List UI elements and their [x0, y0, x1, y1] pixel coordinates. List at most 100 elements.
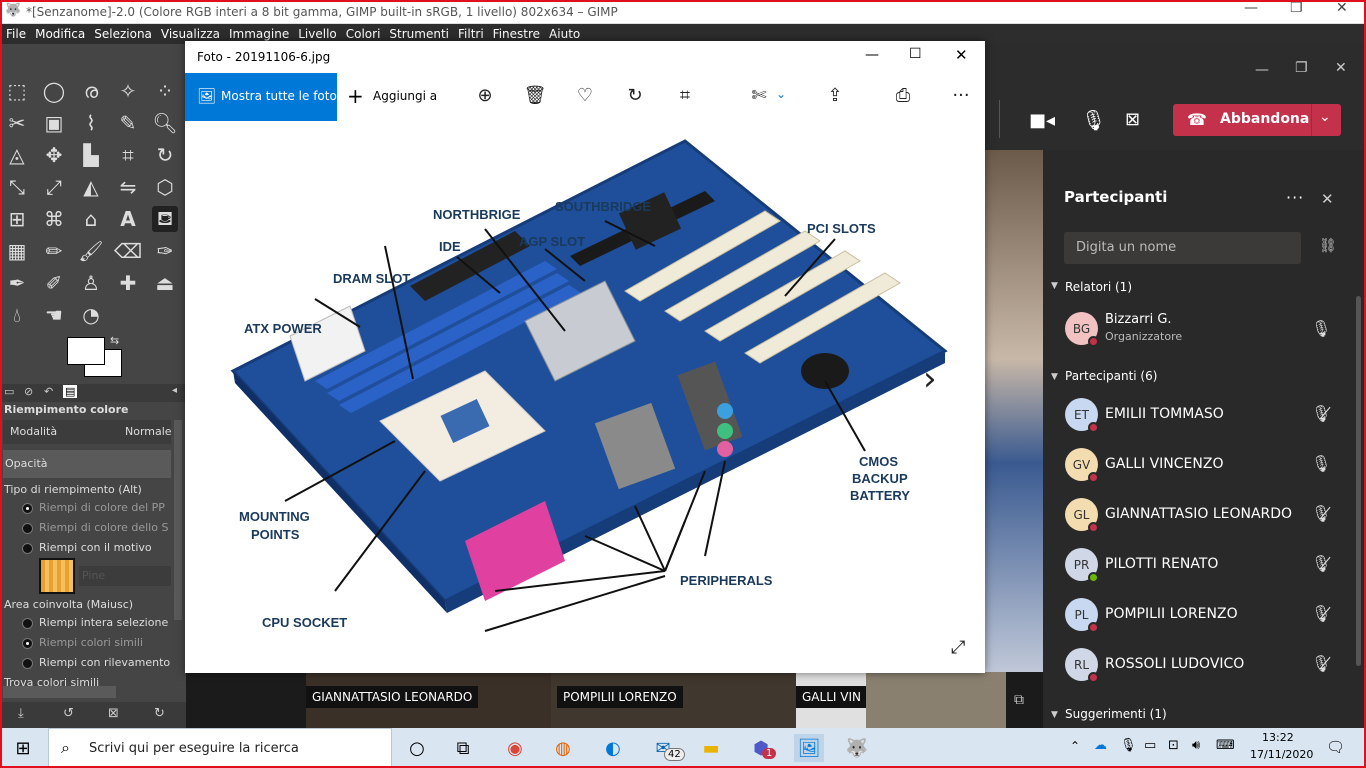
menu-aiuto[interactable]: Aiuto: [549, 27, 580, 41]
menu-immagine[interactable]: Immagine: [229, 27, 289, 41]
photos-maximize-icon[interactable]: ☐: [909, 46, 922, 62]
chrome-icon[interactable]: ◉: [500, 734, 530, 762]
camera-icon[interactable]: ■◂: [1029, 110, 1055, 131]
unified-transform-icon[interactable]: ⊞: [4, 206, 30, 232]
fill-pattern-radio[interactable]: [22, 543, 33, 554]
menu-strumenti[interactable]: Strumenti: [389, 27, 449, 41]
leave-button[interactable]: ☎ Abbandona ⌄: [1173, 104, 1341, 136]
align-icon[interactable]: ▙: [78, 142, 104, 168]
color-picker-icon[interactable]: ✎: [115, 110, 141, 136]
search-input[interactable]: Digita un nome: [1064, 232, 1301, 264]
menu-livello[interactable]: Livello: [298, 27, 337, 41]
photos-app-icon[interactable]: 🖼︎: [794, 734, 824, 762]
lasso-icon[interactable]: ര: [78, 78, 104, 104]
language-icon[interactable]: ⌨: [1216, 738, 1235, 753]
print-icon[interactable]: ⎙: [891, 85, 915, 106]
blur-icon[interactable]: 💧︎: [4, 302, 30, 328]
measure-icon[interactable]: ◬: [4, 142, 30, 168]
teams-minimize-icon[interactable]: —: [1255, 62, 1269, 78]
crop-icon[interactable]: ⌗: [673, 85, 697, 106]
handle-transform-icon[interactable]: ⌂: [78, 206, 104, 232]
images-tab-icon[interactable]: ▤: [63, 385, 78, 398]
undo-history-tab-icon[interactable]: ↶: [44, 385, 53, 398]
collapse-icon[interactable]: ▼: [1051, 710, 1058, 720]
close-icon[interactable]: ✕: [1336, 0, 1348, 16]
microphone-icon[interactable]: 🎙︎: [1081, 108, 1106, 132]
crop-tool-icon[interactable]: ⌗: [115, 142, 141, 168]
swap-colors-icon[interactable]: ⇆: [110, 334, 119, 347]
photos-close-icon[interactable]: ✕: [955, 46, 968, 64]
network-icon[interactable]: ⊡: [1168, 738, 1179, 753]
color-select-icon[interactable]: ⁘: [152, 78, 178, 104]
paths-icon[interactable]: ⌇: [78, 110, 104, 136]
taskbar-search[interactable]: ⌕ Scrivi qui per eseguire la ricerca: [48, 728, 392, 768]
teams-maximize-icon[interactable]: ❐: [1295, 60, 1308, 76]
fill-fg-radio[interactable]: [22, 503, 33, 514]
clock-date[interactable]: 17/11/2020: [1250, 748, 1313, 761]
zoom-icon[interactable]: ⊕: [473, 85, 497, 106]
clock-time[interactable]: 13:22: [1262, 731, 1294, 744]
dock-vscroll[interactable]: [174, 420, 182, 620]
share-screen-icon[interactable]: ⊠: [1125, 109, 1140, 130]
close-panel-icon[interactable]: ✕: [1321, 190, 1334, 208]
bucket-fill-icon[interactable]: ⛾: [152, 206, 178, 232]
collapse-icon[interactable]: ▼: [1051, 281, 1058, 291]
delete-icon[interactable]: 🗑︎: [523, 85, 547, 106]
firefox-icon[interactable]: ◍: [548, 734, 578, 762]
heart-icon[interactable]: ♡: [573, 85, 597, 106]
menu-visualizza[interactable]: Visualizza: [161, 27, 220, 41]
pattern-name-field[interactable]: Pine: [79, 566, 171, 586]
edit-icon[interactable]: ✄: [747, 85, 771, 106]
restore-options-icon[interactable]: ↺: [63, 706, 74, 721]
show-all-button[interactable]: 🖼︎ Mostra tutte le foto: [185, 73, 337, 121]
participant-row[interactable]: ET EMILII TOMMASO 🎙︎̸: [1043, 390, 1366, 440]
cage-icon[interactable]: ⬡: [152, 174, 178, 200]
dodge-icon[interactable]: ◔: [78, 302, 104, 328]
participant-row[interactable]: PR PILOTTI RENATO 🎙︎̸: [1043, 540, 1366, 590]
collapse-icon[interactable]: ▼: [1051, 372, 1058, 382]
ellipse-select-icon[interactable]: ◯: [41, 78, 67, 104]
rotate-tool-icon[interactable]: ↻: [152, 142, 178, 168]
tray-expand-icon[interactable]: ⌃: [1070, 739, 1080, 753]
flip-icon[interactable]: ⇋: [115, 174, 141, 200]
brush-icon[interactable]: 🖌︎: [78, 238, 104, 264]
participant-row[interactable]: RL ROSSOLI LUDOVICO 🎙︎̸: [1043, 640, 1366, 690]
area-similar-radio[interactable]: [22, 638, 33, 649]
photos-minimize-icon[interactable]: —: [865, 47, 879, 63]
task-view-icon[interactable]: ⧉: [448, 734, 478, 762]
reset-options-icon[interactable]: ↻: [154, 706, 165, 721]
participant-row[interactable]: GL GIANNATTASIO LEONARDO 🎙︎̸: [1043, 490, 1366, 540]
notifications-icon[interactable]: 🗨︎: [1326, 738, 1345, 756]
dock-menu-icon[interactable]: ◂: [172, 385, 177, 396]
dock-hscroll[interactable]: [3, 686, 116, 698]
onedrive-icon[interactable]: ☁: [1094, 738, 1107, 753]
foreground-color[interactable]: [67, 337, 105, 365]
foreground-select-icon[interactable]: ▣: [41, 110, 67, 136]
panel-scrollbar[interactable]: [1356, 296, 1361, 666]
start-icon[interactable]: ⊞: [8, 734, 38, 762]
shear-icon[interactable]: ⤢: [41, 174, 67, 200]
pattern-swatch[interactable]: [39, 558, 75, 594]
cortana-icon[interactable]: ○: [402, 734, 432, 762]
delete-options-icon[interactable]: ⊠: [108, 706, 119, 721]
edit-dropdown-icon[interactable]: ⌄: [769, 87, 793, 101]
fuzzy-select-icon[interactable]: ✧: [115, 78, 141, 104]
airbrush-icon[interactable]: ✑: [152, 238, 178, 264]
leave-dropdown-icon[interactable]: ⌄: [1319, 109, 1331, 125]
teams-close-icon[interactable]: ✕: [1335, 60, 1347, 76]
menu-seleziona[interactable]: Seleziona: [94, 27, 152, 41]
smudge-icon[interactable]: ☚: [41, 302, 67, 328]
mode-row[interactable]: Modalità Normale: [3, 420, 172, 444]
restore-icon[interactable]: ❐: [1290, 0, 1303, 16]
text-tool-icon[interactable]: A: [115, 206, 141, 232]
opacity-slider[interactable]: Opacità: [3, 450, 171, 478]
pencil-icon[interactable]: ✏: [41, 238, 67, 264]
gradient-icon[interactable]: ▦: [4, 238, 30, 264]
menu-finestre[interactable]: Finestre: [493, 27, 540, 41]
ink-icon[interactable]: ✒: [4, 270, 30, 296]
fullscreen-icon[interactable]: ⤢: [951, 637, 965, 658]
device-status-tab-icon[interactable]: ⊘: [24, 385, 33, 398]
minimize-icon[interactable]: —: [1244, 0, 1258, 16]
participant-row[interactable]: GV GALLI VINCENZO 🎙︎: [1043, 440, 1366, 490]
menu-filtri[interactable]: Filtri: [458, 27, 484, 41]
